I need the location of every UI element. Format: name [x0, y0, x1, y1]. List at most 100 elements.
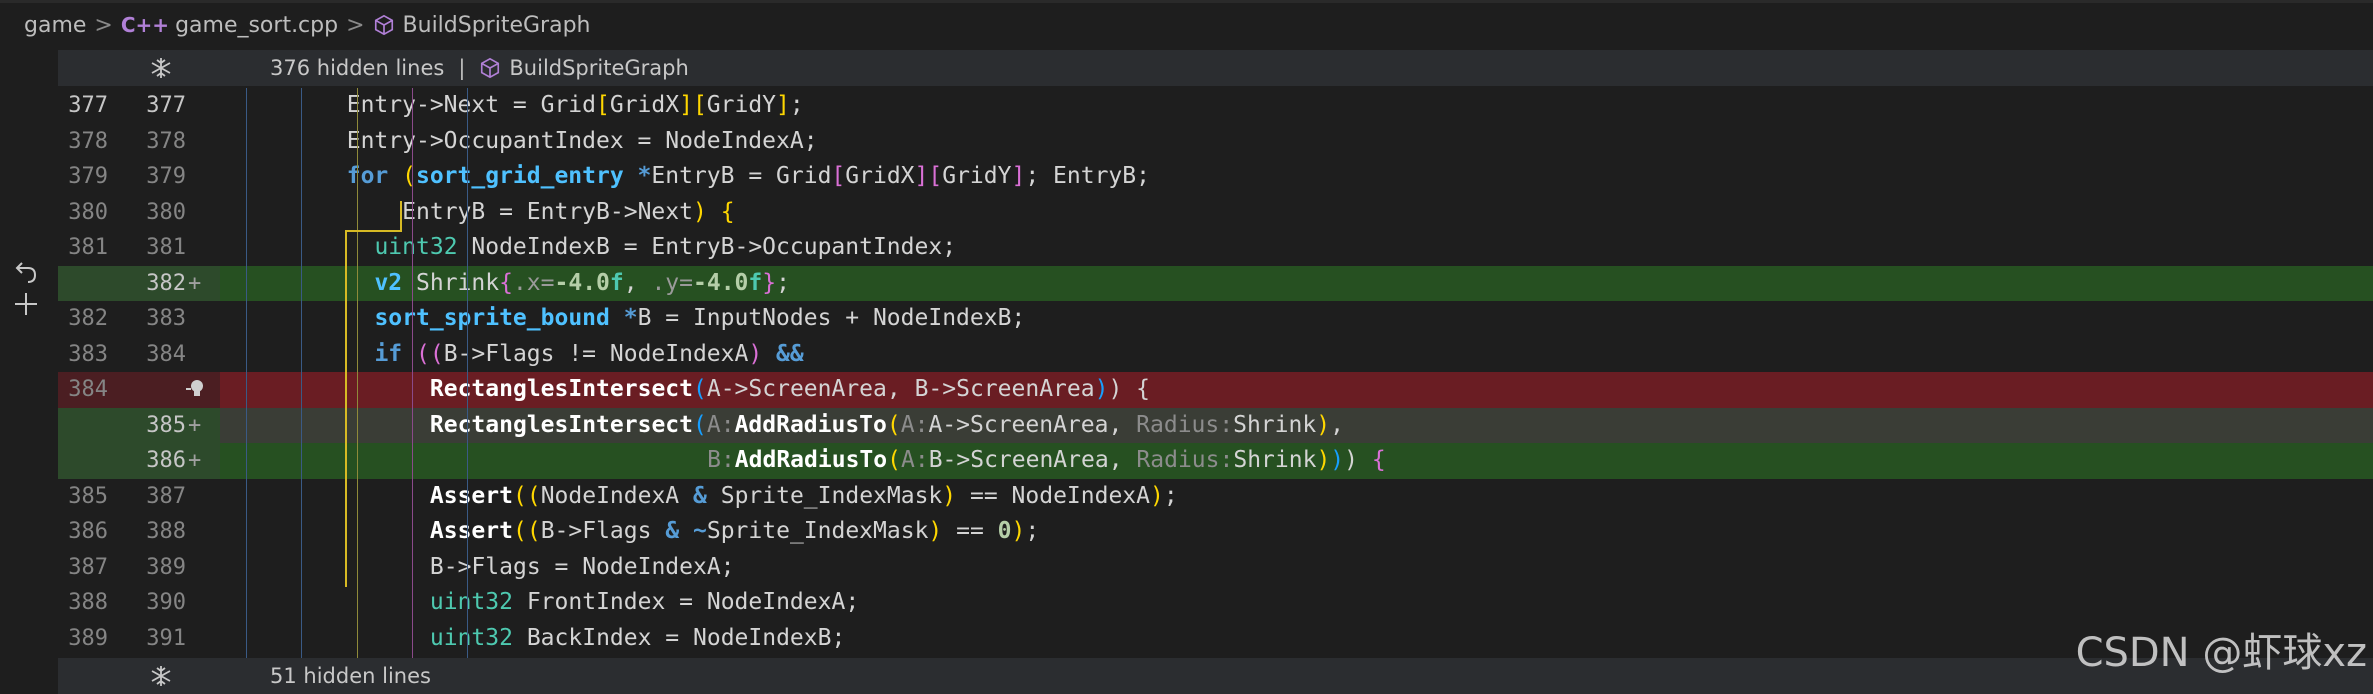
diff-editor[interactable]: 377 377 Entry->Next = Grid[GridX][GridY]; 3… [58, 88, 2373, 658]
code-area[interactable]: Entry->OccupantIndex = NodeIndexA; [220, 124, 2373, 160]
code-token: A: [900, 411, 929, 438]
diff-line-added[interactable]: 385 + RectanglesIntersect(A:AddRadiusTo(A:… [58, 407, 2373, 444]
code-token: Shrink [1233, 411, 1317, 438]
indent-guide [245, 88, 247, 658]
breadcrumb: game > C++ game_sort.cpp > BuildSpriteGr… [0, 3, 2373, 47]
code-token: ( [886, 411, 901, 438]
code-token: (( [512, 482, 541, 509]
new-line-number: 390 [146, 590, 186, 615]
new-line-number: 385 [146, 412, 186, 438]
code-area[interactable]: for (sort_grid_entry *EntryB = Grid[Grid… [220, 159, 2373, 195]
code-token: FrontIndex = NodeIndexA; [526, 589, 860, 615]
code-area[interactable]: Assert((NodeIndexA & Sprite_IndexMask) =… [220, 479, 2373, 515]
diff-line[interactable]: 378 378 Entry->OccupantIndex = NodeIndexA; [58, 124, 2373, 160]
breadcrumb-file[interactable]: game_sort.cpp [175, 13, 338, 38]
diff-line[interactable]: 388 390 uint32 FrontIndex = NodeIndexA; [58, 585, 2373, 621]
code-text: Entry->Next = Grid[GridX][GridY]; [347, 88, 804, 124]
new-line-number: 377 [146, 93, 186, 118]
code-token: ) [1150, 482, 1164, 509]
code-area[interactable]: v2 Shrink{.x=-4.0f, .y=-4.0f}; [220, 265, 2373, 301]
code-text: B->Flags = NodeIndexA; [430, 550, 735, 586]
code-token: B = InputNodes + NodeIndexB; [637, 305, 1026, 331]
code-token: B->ScreenArea, [928, 447, 1137, 473]
scope-bracket [344, 230, 403, 587]
old-line-number: 379 [68, 164, 108, 189]
code-area[interactable]: B:AddRadiusTo(A:B->ScreenArea, Radius:Sh… [220, 443, 2373, 479]
diff-line[interactable]: 387 389 B->Flags = NodeIndexA; [58, 550, 2373, 586]
code-token: ][ [914, 163, 943, 189]
added-line-marker: + [188, 412, 202, 438]
code-area[interactable]: uint32 FrontIndex = NodeIndexA; [220, 585, 2373, 621]
hidden-lines-bottom[interactable]: 51 hidden lines [58, 658, 2373, 694]
code-token: A: [900, 447, 929, 473]
code-text: RectanglesIntersect(A:AddRadiusTo(A:A->S… [430, 408, 1344, 444]
old-line-number: 381 [68, 235, 108, 260]
code-token: } [762, 269, 777, 296]
code-area[interactable]: RectanglesIntersect(A->ScreenArea, B->Sc… [220, 372, 2373, 408]
old-line-number: 383 [68, 341, 108, 367]
code-token: { [1371, 447, 1386, 473]
separator: | [458, 56, 466, 80]
hidden-lines-symbol: BuildSpriteGraph [509, 56, 689, 80]
breadcrumb-separator: > [346, 12, 365, 38]
new-line-number: 387 [146, 483, 186, 509]
breadcrumb-symbol[interactable]: BuildSpriteGraph [403, 13, 591, 38]
code-text: EntryB = EntryB->Next) { [402, 195, 734, 231]
lightbulb-icon[interactable] [184, 377, 208, 401]
code-area[interactable]: Entry->Next = Grid[GridX][GridY]; [220, 88, 2373, 124]
code-token: ) [1011, 518, 1026, 544]
added-line-marker: + [188, 270, 202, 296]
stage-plus-icon[interactable] [12, 290, 40, 318]
code-token: ) [692, 198, 707, 225]
diff-line[interactable]: 385 387 Assert((NodeIndexA & Sprite_IndexM… [58, 479, 2373, 515]
code-token: f [748, 269, 763, 296]
code-token: EntryB = Grid [651, 163, 832, 189]
code-token: RectanglesIntersect [429, 376, 693, 402]
code-area[interactable]: uint32 BackIndex = NodeIndexB; [220, 621, 2373, 657]
code-area[interactable]: B->Flags = NodeIndexA; [220, 550, 2373, 586]
old-line-number [58, 443, 108, 479]
code-token: , [623, 269, 652, 296]
code-token: Entry->OccupantIndex = NodeIndexA; [346, 127, 818, 154]
code-area[interactable]: if ((B->Flags != NodeIndexA) && [220, 337, 2373, 373]
code-area[interactable]: sort_sprite_bound *B = InputNodes + Node… [220, 301, 2373, 337]
diff-line[interactable]: 389 391 uint32 BackIndex = NodeIndexB; [58, 621, 2373, 657]
code-area[interactable]: RectanglesIntersect(A:AddRadiusTo(A:A->S… [220, 407, 2373, 444]
diff-line[interactable]: 382 383 sort_sprite_bound *B = InputNodes … [58, 301, 2373, 337]
code-area[interactable]: uint32 NodeIndexB = EntryB->OccupantInde… [220, 230, 2373, 266]
code-token: uint32 [429, 624, 527, 651]
code-token: ) [748, 340, 763, 367]
code-text: RectanglesIntersect(A->ScreenArea, B->Sc… [430, 372, 1150, 408]
diff-line-removed[interactable]: 384 RectanglesIntersect(A->ScreenArea, B-… [58, 372, 2373, 408]
old-line-number: 388 [68, 590, 108, 615]
breadcrumb-separator: > [94, 12, 113, 38]
diff-line[interactable]: 379 379 for (sort_grid_entry *EntryB = Gri… [58, 159, 2373, 195]
code-token: ) [1344, 447, 1372, 473]
new-line-number [116, 372, 186, 408]
code-token: Radius: [1136, 447, 1234, 473]
code-token: ] [776, 92, 790, 118]
expand-lines-icon[interactable] [150, 57, 250, 79]
diff-line[interactable]: 377 377 Entry->Next = Grid[GridX][GridY]; [58, 88, 2373, 124]
new-line-number: 382 [146, 270, 186, 296]
code-area[interactable]: EntryB = EntryB->Next) { [220, 195, 2373, 231]
diff-line[interactable]: 380 380 EntryB = EntryB->Next) { [58, 195, 2373, 231]
code-area[interactable]: Assert((B->Flags & ~Sprite_IndexMask) ==… [220, 514, 2373, 550]
diff-line-added[interactable]: 382 + v2 Shrink{.x=-4.0f, .y=-4.0f}; [58, 265, 2373, 301]
new-line-number: 379 [146, 164, 186, 189]
hidden-lines-label: 376 hidden lines [270, 56, 445, 80]
diff-line-added[interactable]: 386 + B:AddRadiusTo(A:B->ScreenArea, Radiu… [58, 443, 2373, 479]
code-token: f [609, 269, 624, 296]
revert-icon[interactable] [14, 259, 40, 287]
code-token: .x= [512, 269, 555, 296]
code-token: sort_grid_entry [415, 163, 638, 189]
code-text: if ((B->Flags != NodeIndexA) && [374, 337, 803, 373]
code-token: A->ScreenArea, [928, 411, 1137, 438]
hidden-lines-top[interactable]: 376 hidden lines | BuildSpriteGraph [58, 50, 2373, 86]
diff-line[interactable]: 381 381 uint32 NodeIndexB = EntryB->Occupa… [58, 230, 2373, 266]
expand-lines-icon[interactable] [150, 665, 250, 687]
diff-line[interactable]: 386 388 Assert((B->Flags & ~Sprite_IndexMa… [58, 514, 2373, 550]
diff-line[interactable]: 383 384 if ((B->Flags != NodeIndexA) && [58, 337, 2373, 373]
new-line-number: 381 [146, 235, 186, 260]
breadcrumb-folder[interactable]: game [24, 13, 86, 38]
